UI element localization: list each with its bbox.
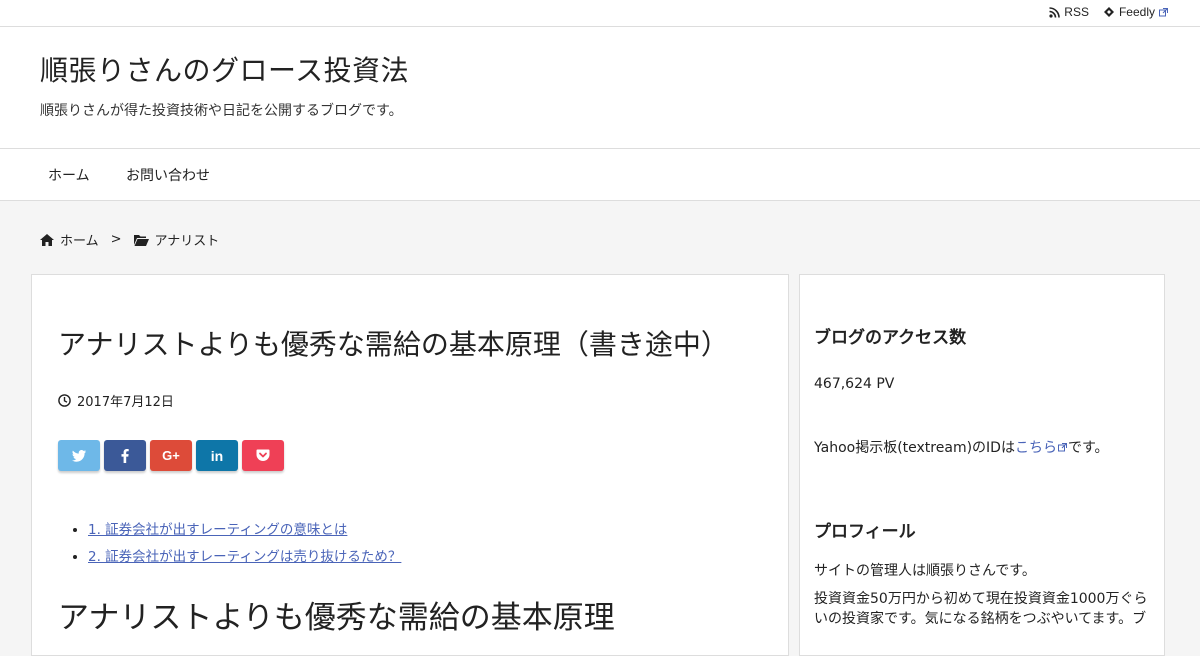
yahoo-id-text: Yahoo掲示板(textream)のIDはこちら です。 [814, 438, 1109, 458]
feedly-link[interactable]: Feedly [1103, 5, 1168, 19]
profile-line1: サイトの管理人は順張りさんです。 [814, 563, 1036, 579]
toc-item: 1. 証券会社が出すレーティングの意味とは [88, 518, 401, 538]
feedly-icon [1103, 6, 1115, 18]
toc-link[interactable]: 2. 証券会社が出すレーティングは売り抜けるため？ [88, 549, 401, 565]
twitter-share-button[interactable] [58, 440, 100, 471]
clock-icon [58, 394, 71, 407]
rss-link[interactable]: RSS [1049, 5, 1089, 19]
linkedin-share-button[interactable]: in [196, 440, 238, 471]
external-link-icon [1057, 443, 1067, 452]
feedly-label: Feedly [1118, 5, 1155, 19]
share-buttons: G+ in [58, 440, 284, 471]
post-date: 2017年7月12日 [77, 395, 174, 410]
rss-icon [1049, 6, 1061, 18]
profile-widget-title: プロフィール [814, 522, 916, 542]
rss-label: RSS [1064, 5, 1089, 19]
breadcrumb-category[interactable]: アナリスト [155, 230, 220, 249]
access-count: 467,624 PV [814, 376, 895, 392]
external-link-icon [1159, 7, 1168, 17]
top-bar: RSS Feedly [0, 0, 1200, 27]
section-heading: アナリストよりも優秀な需給の基本原理 [58, 600, 615, 636]
pocket-share-button[interactable] [242, 440, 284, 471]
google-plus-icon: G+ [162, 448, 180, 463]
table-of-contents: 1. 証券会社が出すレーティングの意味とは 2. 証券会社が出すレーティングは売… [58, 518, 401, 572]
nav-item-home[interactable]: ホーム [48, 165, 90, 185]
folder-open-icon [133, 234, 149, 246]
top-links: RSS Feedly [1049, 5, 1168, 19]
pocket-icon [256, 449, 270, 462]
yahoo-text-after: です。 [1067, 440, 1109, 456]
yahoo-link[interactable]: こちら [1015, 440, 1057, 456]
main-nav: ホーム お問い合わせ [0, 148, 1200, 201]
breadcrumb: ホーム > アナリスト [40, 230, 219, 249]
yahoo-text-before: Yahoo掲示板(textream)のIDは [814, 440, 1015, 456]
access-widget-title: ブログのアクセス数 [814, 328, 967, 348]
toc-item: 2. 証券会社が出すレーティングは売り抜けるため？ [88, 545, 401, 565]
facebook-icon [121, 448, 129, 463]
profile-line2: 投資資金50万円から初めて現在投資資金1000万ぐらいの投資家です。気になる銘柄… [814, 591, 1148, 627]
breadcrumb-home[interactable]: ホーム [60, 230, 99, 249]
post-title: アナリストよりも優秀な需給の基本原理（書き途中） [58, 328, 729, 361]
google-plus-share-button[interactable]: G+ [150, 440, 192, 471]
site-title[interactable]: 順張りさんのグロース投資法 [40, 49, 409, 89]
sidebar: ブログのアクセス数 467,624 PV Yahoo掲示板(textream)の… [799, 274, 1165, 656]
facebook-share-button[interactable] [104, 440, 146, 471]
article-main: アナリストよりも優秀な需給の基本原理（書き途中） 2017年7月12日 G+ i… [31, 274, 789, 656]
home-icon [40, 233, 54, 246]
post-date-row: 2017年7月12日 [58, 391, 174, 410]
twitter-icon [72, 449, 86, 462]
nav-item-contact[interactable]: お問い合わせ [126, 165, 210, 185]
breadcrumb-separator: > [110, 232, 122, 247]
linkedin-icon: in [210, 447, 224, 464]
toc-link[interactable]: 1. 証券会社が出すレーティングの意味とは [88, 522, 347, 538]
site-header: 順張りさんのグロース投資法 順張りさんが得た投資技術や日記を公開するブログです。 [0, 27, 1200, 148]
site-description: 順張りさんが得た投資技術や日記を公開するブログです。 [40, 103, 403, 119]
